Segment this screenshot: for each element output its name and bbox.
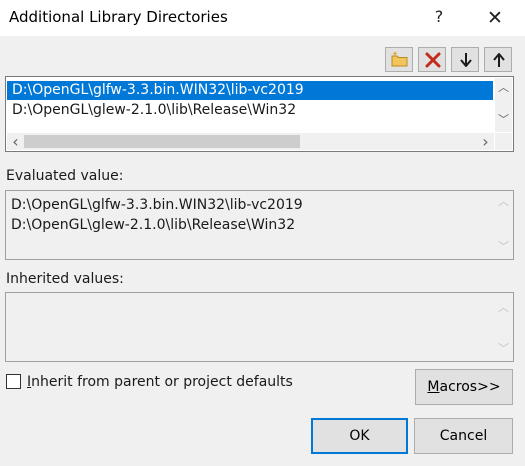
scroll-down-icon[interactable]: ﹀ <box>495 238 512 255</box>
delete-x-icon <box>425 52 441 68</box>
help-icon[interactable]: ? <box>428 6 450 28</box>
delete-button[interactable] <box>418 47 446 72</box>
scroll-right-icon[interactable]: › <box>477 133 494 150</box>
arrow-up-icon <box>493 53 505 67</box>
cancel-button[interactable]: Cancel <box>414 418 513 454</box>
directory-list[interactable]: D:\OpenGL\glfw-3.3.bin.WIN32\lib-vc2019 … <box>5 76 514 152</box>
evaluated-value-box: D:\OpenGL\glfw-3.3.bin.WIN32\lib-vc2019 … <box>5 190 514 260</box>
list-item[interactable]: D:\OpenGL\glew-2.1.0\lib\Release\Win32 <box>7 101 493 120</box>
inherit-checkbox-label[interactable]: Inherit from parent or project defaults <box>27 373 293 391</box>
scroll-up-icon[interactable]: ︿ <box>495 79 512 96</box>
scroll-up-icon[interactable]: ︿ <box>495 299 512 316</box>
vertical-scrollbar[interactable]: ︿ ﹀ <box>495 192 512 258</box>
title-bar: Additional Library Directories ? ✕ <box>0 0 525 36</box>
vertical-scrollbar[interactable]: ︿ ﹀ <box>495 294 512 360</box>
folder-new-icon <box>391 51 408 67</box>
inherit-checkbox[interactable] <box>6 374 21 389</box>
mnemonic-letter: M <box>427 379 440 395</box>
scroll-thumb[interactable] <box>24 135 300 148</box>
evaluated-value-label: Evaluated value: <box>6 168 124 184</box>
button-label: acros>> <box>439 379 501 395</box>
move-down-button[interactable] <box>451 47 479 72</box>
ok-button[interactable]: OK <box>311 418 408 454</box>
scroll-corner <box>495 133 512 150</box>
list-item[interactable]: D:\OpenGL\glfw-3.3.bin.WIN32\lib-vc2019 <box>7 81 493 100</box>
new-line-button[interactable] <box>385 47 413 72</box>
macros-button[interactable]: Macros>> <box>415 369 513 405</box>
arrow-down-icon <box>460 53 472 67</box>
scroll-down-icon[interactable]: ﹀ <box>495 111 512 128</box>
horizontal-scrollbar[interactable]: ‹ › <box>7 133 494 150</box>
move-up-button[interactable] <box>484 47 512 72</box>
scroll-up-icon[interactable]: ︿ <box>495 193 512 210</box>
scroll-down-icon[interactable]: ﹀ <box>495 340 512 357</box>
label-text: nherit from parent or project defaults <box>31 374 293 390</box>
close-icon[interactable]: ✕ <box>483 6 507 30</box>
scroll-left-icon[interactable]: ‹ <box>7 133 24 150</box>
vertical-scrollbar[interactable]: ︿ ﹀ <box>495 78 512 132</box>
inherited-values-box: ︿ ﹀ <box>5 292 514 362</box>
evaluated-line: D:\OpenGL\glfw-3.3.bin.WIN32\lib-vc2019 <box>11 197 303 213</box>
evaluated-line: D:\OpenGL\glew-2.1.0\lib\Release\Win32 <box>11 217 296 233</box>
dialog-title: Additional Library Directories <box>9 8 228 26</box>
inherited-values-label: Inherited values: <box>6 271 124 287</box>
